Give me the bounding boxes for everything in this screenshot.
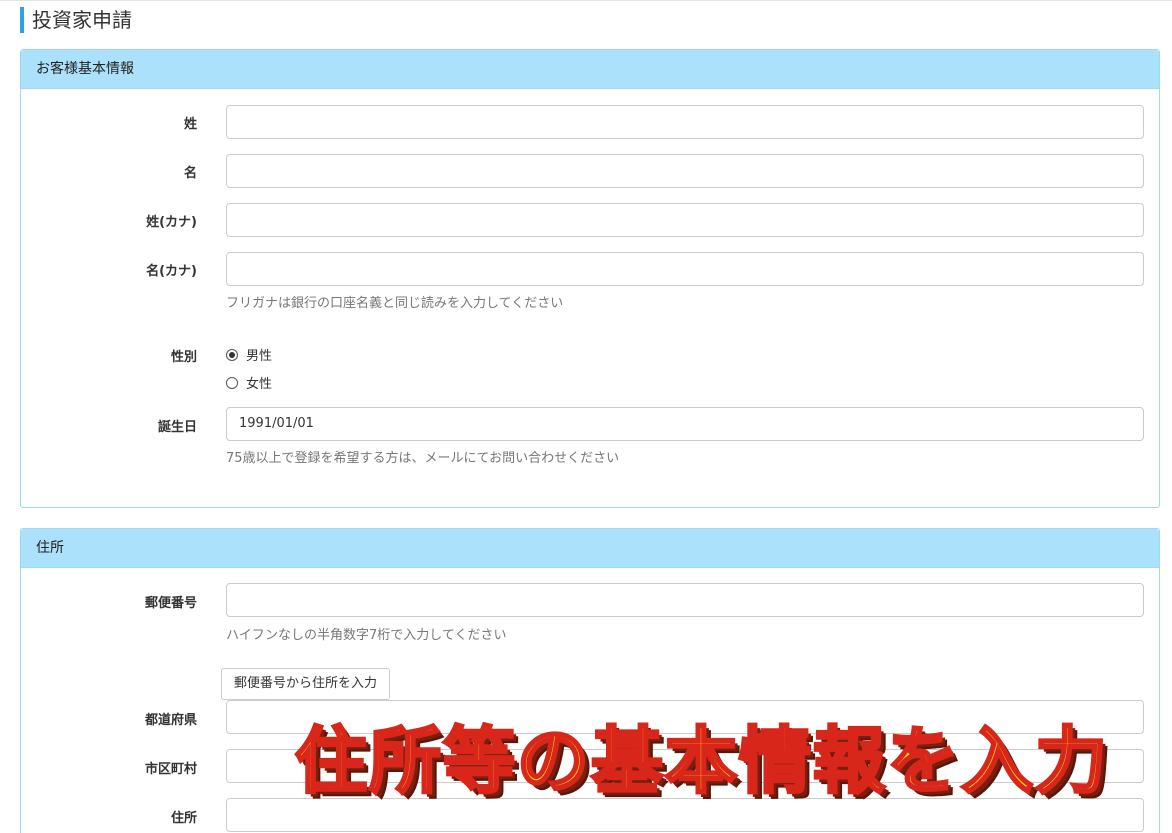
last-name-label: 姓	[183, 117, 197, 132]
first-name-label: 名	[183, 166, 197, 181]
birthday-help-text: 75歳以上で登録を希望する方は、メールにてお問い合わせください	[226, 451, 620, 466]
gender-option-female[interactable]: 女性	[226, 373, 272, 392]
postal-code-input[interactable]	[226, 583, 1144, 617]
gender-option-label: 男性	[246, 349, 273, 364]
first-name-input[interactable]	[226, 154, 1144, 188]
address-label: 住所	[170, 811, 197, 826]
first-name-kana-input[interactable]	[226, 252, 1144, 286]
postal-label: 郵便番号	[144, 596, 197, 611]
birthday-input[interactable]: 1991/01/01	[226, 407, 1144, 441]
postal-lookup-button[interactable]: 郵便番号から住所を入力	[221, 668, 391, 700]
prefecture-label: 都道府県	[144, 713, 197, 728]
gender-option-label: 女性	[246, 377, 273, 392]
top-divider	[0, 0, 1172, 4]
last-name-kana-label: 姓(カナ)	[146, 215, 197, 230]
last-name-kana-input[interactable]	[226, 203, 1144, 237]
gender-label: 性別	[170, 350, 197, 365]
panel-heading-address: 住所	[21, 529, 1159, 568]
panel-heading-basic-info: お客様基本情報	[21, 50, 1159, 89]
birthday-label: 誕生日	[157, 420, 197, 435]
first-name-kana-label: 名(カナ)	[146, 264, 197, 279]
city-label: 市区町村	[144, 762, 197, 777]
gender-option-male[interactable]: 男性	[226, 345, 272, 364]
last-name-input[interactable]	[226, 105, 1144, 139]
radio-female[interactable]	[226, 376, 238, 389]
customer-basic-info-panel: お客様基本情報 姓 名 姓(カナ) 名(カナ) フリガナは銀行の口座名義と同じ読…	[20, 49, 1160, 508]
radio-male[interactable]	[226, 348, 238, 361]
postal-help-text: ハイフンなしの半角数字7桁で入力してください	[226, 628, 507, 643]
overlay-caption: 住所等の基本情報を入力	[293, 718, 1110, 805]
kana-help-text: フリガナは銀行の口座名義と同じ読みを入力してください	[226, 296, 564, 311]
page-title: 投資家申請	[20, 7, 132, 33]
